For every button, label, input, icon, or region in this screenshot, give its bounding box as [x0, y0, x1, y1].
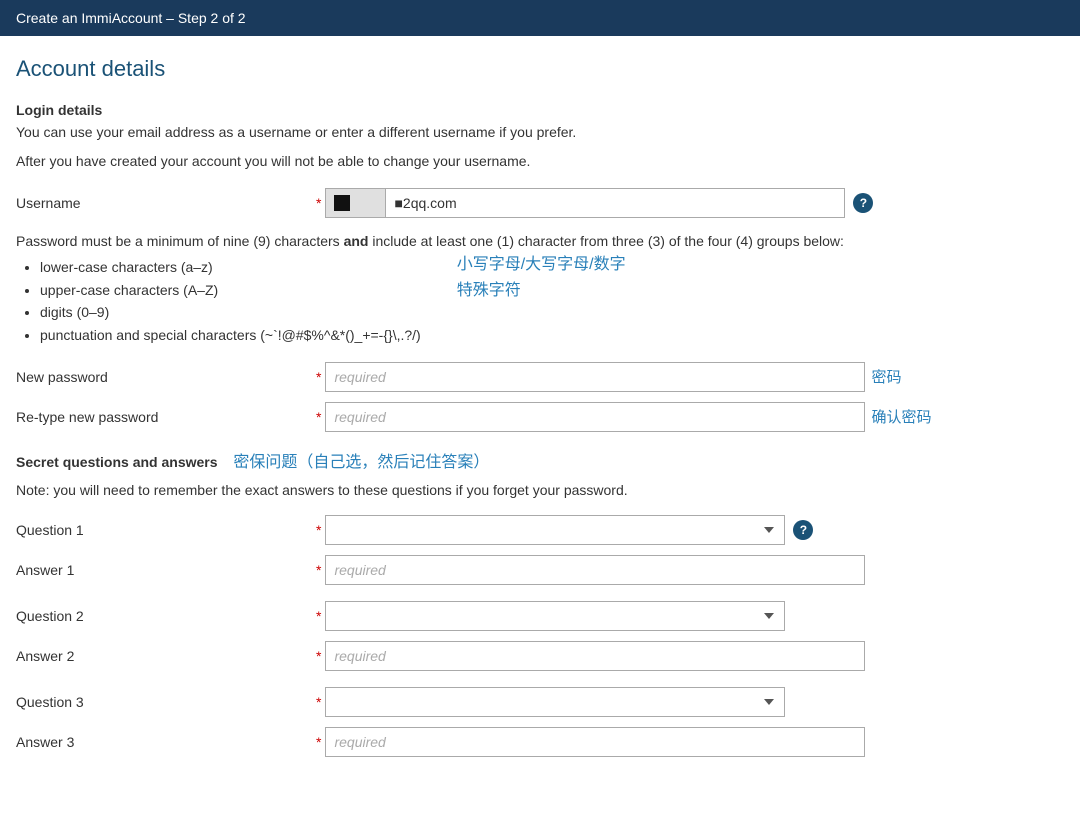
retype-password-annotation: 确认密码	[871, 406, 931, 427]
retype-password-required-star: *	[316, 409, 321, 425]
rule-item-3: digits (0–9)	[40, 301, 421, 323]
question1-group: Question 1 * ? Answer 1 *	[16, 515, 1064, 585]
secret-section-header: Secret questions and answers 密保问题（自己选，然后…	[16, 448, 1064, 472]
question3-label: Question 3	[16, 694, 316, 710]
password-rules: Password must be a minimum of nine (9) c…	[16, 230, 1064, 346]
question3-group: Question 3 * Answer 3 *	[16, 687, 1064, 757]
username-input-wrapper	[325, 188, 845, 218]
answer2-label: Answer 2	[16, 648, 316, 664]
new-password-row: New password * 密码	[16, 362, 1064, 392]
password-annotation-block: 小写字母/大写字母/数字 特殊字符	[445, 252, 626, 303]
password-rules-list: lower-case characters (a–z) upper-case c…	[40, 256, 421, 346]
answer3-row: Answer 3 *	[16, 727, 1064, 757]
question1-row: Question 1 * ?	[16, 515, 1064, 545]
new-password-annotation: 密码	[871, 366, 901, 387]
answer1-input[interactable]	[325, 555, 865, 585]
new-password-input[interactable]	[325, 362, 865, 392]
secret-note: Note: you will need to remember the exac…	[16, 480, 1064, 501]
answer3-input[interactable]	[325, 727, 865, 757]
rule-item-4: punctuation and special characters (~`!@…	[40, 324, 421, 346]
password-rules-rest: include at least one (1) character from …	[368, 233, 843, 249]
username-row: Username * ?	[16, 188, 1064, 218]
question2-select[interactable]	[325, 601, 785, 631]
password-rules-bold: and	[344, 233, 369, 249]
question2-row: Question 2 *	[16, 601, 1064, 631]
username-required-star: *	[316, 195, 321, 211]
question3-row: Question 3 *	[16, 687, 1064, 717]
new-password-label: New password	[16, 369, 316, 385]
question2-group: Question 2 * Answer 2 *	[16, 601, 1064, 671]
password-rules-intro: Password must be a minimum of nine (9) c…	[16, 230, 1064, 252]
question1-help-icon[interactable]: ?	[793, 520, 813, 540]
password-annotation-line2: 特殊字符	[457, 278, 626, 304]
question1-label: Question 1	[16, 522, 316, 538]
answer2-required-star: *	[316, 648, 321, 664]
username-input[interactable]	[385, 188, 845, 218]
answer1-label: Answer 1	[16, 562, 316, 578]
answer3-label: Answer 3	[16, 734, 316, 750]
username-prefix-icon	[334, 195, 350, 211]
answer1-required-star: *	[316, 562, 321, 578]
username-prefix	[325, 188, 385, 218]
question2-required-star: *	[316, 608, 321, 624]
answer2-row: Answer 2 *	[16, 641, 1064, 671]
rule-item-1: lower-case characters (a–z)	[40, 256, 421, 278]
retype-password-row: Re-type new password * 确认密码	[16, 402, 1064, 432]
login-section: Login details You can use your email add…	[16, 102, 1064, 172]
question1-select[interactable]	[325, 515, 785, 545]
retype-password-input[interactable]	[325, 402, 865, 432]
answer1-row: Answer 1 *	[16, 555, 1064, 585]
login-desc1: You can use your email address as a user…	[16, 122, 1064, 143]
question1-required-star: *	[316, 522, 321, 538]
username-help-icon[interactable]: ?	[853, 193, 873, 213]
username-label-text: Username	[16, 195, 81, 211]
new-password-required-star: *	[316, 369, 321, 385]
page-title: Account details	[16, 56, 1064, 82]
answer2-input[interactable]	[325, 641, 865, 671]
username-label: Username	[16, 195, 316, 211]
header-title: Create an ImmiAccount – Step 2 of 2	[16, 10, 246, 26]
answer3-required-star: *	[316, 734, 321, 750]
question3-select[interactable]	[325, 687, 785, 717]
secret-annotation: 密保问题（自己选，然后记住答案）	[233, 454, 489, 471]
question2-label: Question 2	[16, 608, 316, 624]
header-bar: Create an ImmiAccount – Step 2 of 2	[0, 0, 1080, 36]
secret-heading: Secret questions and answers	[16, 454, 218, 470]
login-heading: Login details	[16, 102, 1064, 118]
rule-item-2: upper-case characters (A–Z)	[40, 279, 421, 301]
login-desc2: After you have created your account you …	[16, 151, 1064, 172]
password-annotation-line1: 小写字母/大写字母/数字	[457, 252, 626, 278]
retype-password-label: Re-type new password	[16, 409, 316, 425]
question3-required-star: *	[316, 694, 321, 710]
